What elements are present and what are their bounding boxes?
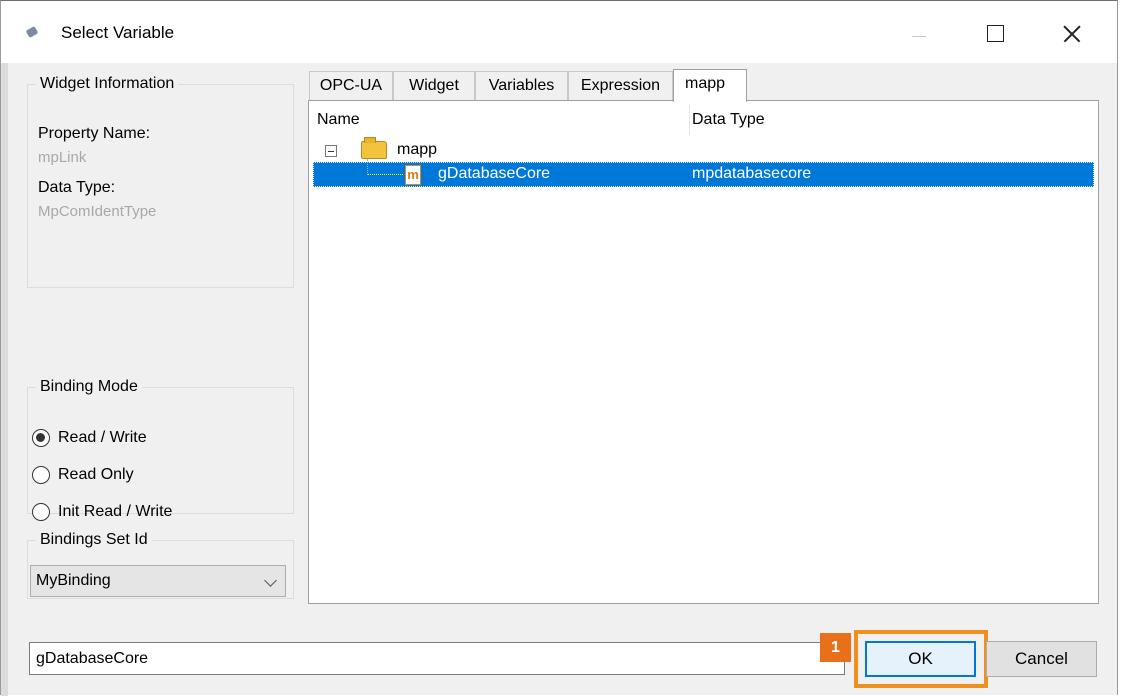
tree-connector-line (367, 159, 403, 175)
maximize-icon[interactable] (971, 11, 1017, 55)
tab-opc-ua[interactable]: OPC-UA (309, 71, 393, 101)
mapp-variable-icon: m (405, 165, 421, 185)
chevron-down-icon (264, 574, 277, 587)
cancel-button[interactable]: Cancel (986, 641, 1097, 677)
title-bar: Select Variable (1, 1, 1117, 63)
column-header-data-type[interactable]: Data Type (692, 101, 765, 137)
property-name-value: mpLink (38, 149, 87, 166)
radio-read-write-label: Read / Write (58, 429, 147, 446)
tree-node-variable-name[interactable]: gDatabaseCore (438, 165, 550, 183)
bindings-set-dropdown[interactable]: MyBinding (30, 565, 286, 597)
radio-unchecked-icon[interactable] (32, 503, 50, 521)
window-edge (1, 63, 8, 696)
radio-read-write[interactable]: Read / Write (32, 426, 147, 450)
app-icon (25, 26, 39, 38)
radio-unchecked-icon[interactable] (32, 466, 50, 484)
ok-button[interactable]: OK (865, 641, 976, 677)
binding-mode-legend: Binding Mode (40, 378, 138, 395)
minimize-icon[interactable] (896, 11, 942, 55)
bindings-set-group: Bindings Set Id MyBinding (27, 531, 294, 599)
data-type-value: MpComIdentType (38, 203, 157, 220)
widget-information-group: Widget Information Property Name: mpLink… (27, 75, 294, 288)
radio-checked-icon[interactable] (32, 429, 50, 447)
variable-tree[interactable]: Name Data Type mapp m gDatabaseCore mpda… (308, 100, 1099, 604)
bindings-set-legend: Bindings Set Id (40, 531, 148, 548)
radio-init-read-write[interactable]: Init Read / Write (32, 500, 172, 524)
tree-node-variable-type: mpdatabasecore (692, 165, 812, 182)
radio-read-only[interactable]: Read Only (32, 463, 134, 487)
select-variable-dialog: Select Variable Widget Information Prope… (0, 0, 1118, 696)
collapse-toggle-icon[interactable] (325, 145, 337, 157)
column-separator (689, 105, 690, 135)
variable-path-input[interactable] (29, 642, 845, 675)
close-icon[interactable] (1049, 11, 1095, 55)
bindings-set-value: MyBinding (36, 572, 111, 589)
data-type-label: Data Type: (38, 179, 116, 196)
property-name-label: Property Name: (38, 125, 151, 142)
step-badge: 1 (820, 633, 851, 662)
window-title: Select Variable (61, 23, 175, 42)
tab-mapp[interactable]: mapp (673, 69, 747, 102)
tab-expression[interactable]: Expression (568, 71, 673, 101)
binding-mode-group: Binding Mode Read / Write Read Only Init… (27, 378, 294, 521)
column-header-name[interactable]: Name (317, 101, 360, 137)
radio-init-read-write-label: Init Read / Write (58, 503, 173, 520)
tab-widget[interactable]: Widget (393, 71, 475, 101)
tab-variables[interactable]: Variables (475, 71, 568, 101)
radio-read-only-label: Read Only (58, 466, 134, 483)
tree-node-mapp[interactable]: mapp (397, 141, 437, 159)
folder-icon (361, 137, 387, 159)
widget-information-legend: Widget Information (40, 75, 175, 92)
